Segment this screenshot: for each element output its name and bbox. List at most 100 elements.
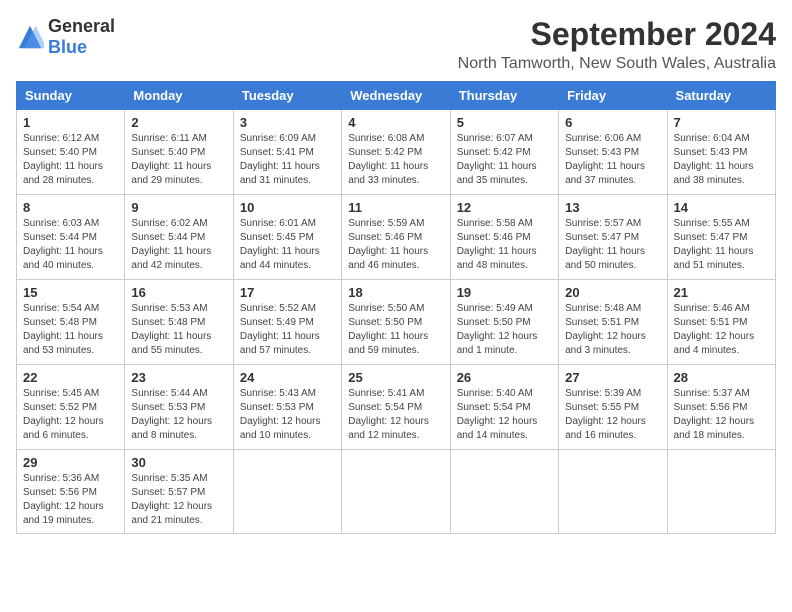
day-number: 2	[131, 115, 226, 130]
calendar: Sunday Monday Tuesday Wednesday Thursday…	[16, 81, 776, 534]
day-number: 17	[240, 285, 335, 300]
logo-general: General	[48, 16, 115, 36]
table-row	[559, 450, 667, 534]
day-info: Sunrise: 6:12 AM Sunset: 5:40 PM Dayligh…	[23, 132, 118, 188]
week-row: 29 Sunrise: 5:36 AM Sunset: 5:56 PM Dayli…	[17, 450, 776, 534]
title-section: September 2024 North Tamworth, New South…	[458, 16, 776, 73]
table-row: 25 Sunrise: 5:41 AM Sunset: 5:54 PM Dayli…	[342, 365, 450, 450]
table-row: 5Sunrise: 6:07 AM Sunset: 5:42 PM Daylig…	[450, 110, 558, 195]
day-number: 30	[131, 455, 226, 470]
day-number: 15	[23, 285, 118, 300]
table-row	[233, 450, 341, 534]
day-info: Sunrise: 5:46 AM Sunset: 5:51 PM Dayligh…	[674, 302, 769, 358]
day-number: 24	[240, 370, 335, 385]
day-info: Sunrise: 5:55 AM Sunset: 5:47 PM Dayligh…	[674, 217, 769, 273]
day-number: 29	[23, 455, 118, 470]
table-row: 3 Sunrise: 6:09 AM Sunset: 5:41 PM Daylig…	[233, 110, 341, 195]
main-title: September 2024	[458, 16, 776, 53]
day-number: 3	[240, 115, 335, 130]
day-info: Sunrise: 5:36 AM Sunset: 5:56 PM Dayligh…	[23, 472, 118, 528]
day-info: Sunrise: 6:06 AM Sunset: 5:43 PM Dayligh…	[565, 132, 660, 188]
table-row: 14 Sunrise: 5:55 AM Sunset: 5:47 PM Dayli…	[667, 195, 775, 280]
week-row: 1Sunrise: 6:12 AM Sunset: 5:40 PM Daylig…	[17, 110, 776, 195]
header: General Blue September 2024 North Tamwor…	[16, 16, 776, 73]
day-info: Sunrise: 5:58 AM Sunset: 5:46 PM Dayligh…	[457, 217, 552, 273]
day-number: 21	[674, 285, 769, 300]
day-number: 9	[131, 200, 226, 215]
table-row: 4 Sunrise: 6:08 AM Sunset: 5:42 PM Daylig…	[342, 110, 450, 195]
table-row: 22Sunrise: 5:45 AM Sunset: 5:52 PM Dayli…	[17, 365, 125, 450]
day-info: Sunrise: 5:37 AM Sunset: 5:56 PM Dayligh…	[674, 387, 769, 443]
day-info: Sunrise: 5:43 AM Sunset: 5:53 PM Dayligh…	[240, 387, 335, 443]
day-number: 14	[674, 200, 769, 215]
table-row: 28 Sunrise: 5:37 AM Sunset: 5:56 PM Dayli…	[667, 365, 775, 450]
day-info: Sunrise: 5:48 AM Sunset: 5:51 PM Dayligh…	[565, 302, 660, 358]
col-wednesday: Wednesday	[342, 82, 450, 110]
day-info: Sunrise: 5:41 AM Sunset: 5:54 PM Dayligh…	[348, 387, 443, 443]
day-number: 7	[674, 115, 769, 130]
table-row: 1Sunrise: 6:12 AM Sunset: 5:40 PM Daylig…	[17, 110, 125, 195]
table-row: 8 Sunrise: 6:03 AM Sunset: 5:44 PM Daylig…	[17, 195, 125, 280]
header-row: Sunday Monday Tuesday Wednesday Thursday…	[17, 82, 776, 110]
table-row	[667, 450, 775, 534]
day-number: 25	[348, 370, 443, 385]
day-number: 5	[457, 115, 552, 130]
day-info: Sunrise: 5:40 AM Sunset: 5:54 PM Dayligh…	[457, 387, 552, 443]
day-info: Sunrise: 5:44 AM Sunset: 5:53 PM Dayligh…	[131, 387, 226, 443]
week-row: 22Sunrise: 5:45 AM Sunset: 5:52 PM Dayli…	[17, 365, 776, 450]
table-row: 23 Sunrise: 5:44 AM Sunset: 5:53 PM Dayli…	[125, 365, 233, 450]
logo-text: General Blue	[48, 16, 115, 58]
col-sunday: Sunday	[17, 82, 125, 110]
day-info: Sunrise: 6:08 AM Sunset: 5:42 PM Dayligh…	[348, 132, 443, 188]
subtitle: North Tamworth, New South Wales, Austral…	[458, 55, 776, 73]
day-info: Sunrise: 6:02 AM Sunset: 5:44 PM Dayligh…	[131, 217, 226, 273]
day-number: 10	[240, 200, 335, 215]
week-row: 8 Sunrise: 6:03 AM Sunset: 5:44 PM Daylig…	[17, 195, 776, 280]
day-info: Sunrise: 6:11 AM Sunset: 5:40 PM Dayligh…	[131, 132, 226, 188]
logo: General Blue	[16, 16, 115, 58]
day-info: Sunrise: 5:57 AM Sunset: 5:47 PM Dayligh…	[565, 217, 660, 273]
day-info: Sunrise: 6:09 AM Sunset: 5:41 PM Dayligh…	[240, 132, 335, 188]
table-row: 16Sunrise: 5:53 AM Sunset: 5:48 PM Dayli…	[125, 280, 233, 365]
col-saturday: Saturday	[667, 82, 775, 110]
table-row	[342, 450, 450, 534]
day-number: 28	[674, 370, 769, 385]
table-row: 26 Sunrise: 5:40 AM Sunset: 5:54 PM Dayli…	[450, 365, 558, 450]
col-friday: Friday	[559, 82, 667, 110]
day-number: 27	[565, 370, 660, 385]
col-tuesday: Tuesday	[233, 82, 341, 110]
day-info: Sunrise: 5:49 AM Sunset: 5:50 PM Dayligh…	[457, 302, 552, 358]
day-number: 6	[565, 115, 660, 130]
table-row: 2 Sunrise: 6:11 AM Sunset: 5:40 PM Daylig…	[125, 110, 233, 195]
day-number: 4	[348, 115, 443, 130]
col-thursday: Thursday	[450, 82, 558, 110]
day-info: Sunrise: 5:59 AM Sunset: 5:46 PM Dayligh…	[348, 217, 443, 273]
day-number: 26	[457, 370, 552, 385]
day-info: Sunrise: 6:04 AM Sunset: 5:43 PM Dayligh…	[674, 132, 769, 188]
table-row: 24 Sunrise: 5:43 AM Sunset: 5:53 PM Dayli…	[233, 365, 341, 450]
day-info: Sunrise: 5:52 AM Sunset: 5:49 PM Dayligh…	[240, 302, 335, 358]
day-info: Sunrise: 5:39 AM Sunset: 5:55 PM Dayligh…	[565, 387, 660, 443]
day-number: 18	[348, 285, 443, 300]
table-row	[450, 450, 558, 534]
day-number: 19	[457, 285, 552, 300]
day-info: Sunrise: 6:03 AM Sunset: 5:44 PM Dayligh…	[23, 217, 118, 273]
day-number: 12	[457, 200, 552, 215]
day-info: Sunrise: 5:54 AM Sunset: 5:48 PM Dayligh…	[23, 302, 118, 358]
table-row: 7 Sunrise: 6:04 AM Sunset: 5:43 PM Daylig…	[667, 110, 775, 195]
day-info: Sunrise: 5:53 AM Sunset: 5:48 PM Dayligh…	[131, 302, 226, 358]
logo-icon	[16, 23, 44, 51]
table-row: 30Sunrise: 5:35 AM Sunset: 5:57 PM Dayli…	[125, 450, 233, 534]
table-row: 18Sunrise: 5:50 AM Sunset: 5:50 PM Dayli…	[342, 280, 450, 365]
table-row: 9 Sunrise: 6:02 AM Sunset: 5:44 PM Daylig…	[125, 195, 233, 280]
table-row: 17 Sunrise: 5:52 AM Sunset: 5:49 PM Dayli…	[233, 280, 341, 365]
logo-blue: Blue	[48, 37, 87, 57]
day-number: 23	[131, 370, 226, 385]
day-number: 11	[348, 200, 443, 215]
table-row: 20 Sunrise: 5:48 AM Sunset: 5:51 PM Dayli…	[559, 280, 667, 365]
table-row: 13 Sunrise: 5:57 AM Sunset: 5:47 PM Dayli…	[559, 195, 667, 280]
week-row: 15 Sunrise: 5:54 AM Sunset: 5:48 PM Dayli…	[17, 280, 776, 365]
day-number: 8	[23, 200, 118, 215]
day-number: 13	[565, 200, 660, 215]
day-number: 20	[565, 285, 660, 300]
